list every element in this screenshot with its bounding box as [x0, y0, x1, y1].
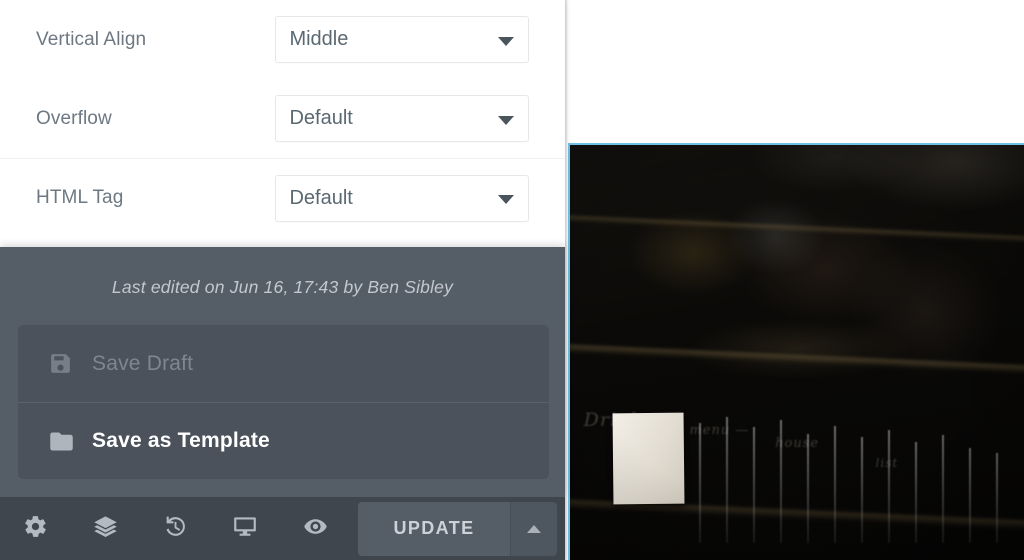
control-label: HTML Tag: [36, 187, 124, 208]
select-value: Middle: [289, 28, 349, 50]
widget-photo: Drinks — menu — house list: [570, 145, 1024, 560]
gear-icon: [23, 514, 48, 544]
elementor-panel: Vertical Align Middle Overflow Default H…: [0, 0, 565, 560]
control-label: Vertical Align: [36, 28, 147, 50]
control-row-vertical-align: Vertical Align Middle: [0, 0, 565, 79]
html-tag-select[interactable]: Default: [275, 174, 529, 222]
update-label: UPDATE: [393, 518, 475, 538]
vertical-align-select[interactable]: Middle: [275, 16, 529, 63]
eye-icon: [302, 513, 329, 545]
folder-icon: [48, 428, 92, 455]
save-as-template-button[interactable]: Save as Template: [18, 402, 549, 479]
settings-button[interactable]: [0, 497, 70, 560]
select-value: Default: [289, 107, 353, 129]
navigator-button[interactable]: [70, 497, 140, 560]
responsive-mode-button[interactable]: [210, 497, 280, 560]
save-options-group: Save Draft Save as Template: [18, 325, 549, 479]
chevron-up-icon: [527, 524, 541, 533]
style-controls-list: Vertical Align Middle Overflow Default H…: [0, 0, 565, 237]
photo-vignette: [570, 145, 1024, 560]
last-edited-text: Last edited on Jun 16, 17:43 by Ben Sibl…: [111, 277, 454, 297]
control-label: Overflow: [36, 107, 112, 129]
preview-canvas[interactable]: Drinks — menu — house list: [565, 0, 1024, 560]
overflow-select[interactable]: Default: [275, 95, 529, 142]
floppy-disk-icon: [48, 351, 92, 376]
chevron-down-icon: [498, 195, 514, 204]
control-row-overflow: Overflow Default: [0, 79, 565, 158]
update-button[interactable]: UPDATE: [358, 501, 510, 556]
save-options-dropdown: Last edited on Jun 16, 17:43 by Ben Sibl…: [0, 247, 565, 497]
select-value: Default: [289, 186, 353, 209]
save-draft-label: Save Draft: [92, 351, 194, 375]
preview-button[interactable]: [280, 497, 350, 560]
panel-footer-toolbar: UPDATE: [0, 497, 565, 560]
monitor-icon: [232, 513, 258, 544]
chevron-down-icon: [498, 115, 514, 125]
save-as-template-label: Save as Template: [92, 429, 270, 452]
selected-image-widget[interactable]: Drinks — menu — house list: [568, 143, 1024, 560]
layers-icon: [92, 513, 119, 545]
chevron-down-icon: [498, 36, 514, 46]
save-options-toggle-button[interactable]: [510, 501, 557, 556]
save-draft-button[interactable]: Save Draft: [18, 325, 549, 402]
history-icon: [163, 514, 188, 544]
history-button[interactable]: [140, 497, 210, 560]
control-row-html-tag: HTML Tag Default: [0, 158, 565, 237]
elementor-editor-screen: Drinks — menu — house list: [0, 0, 1024, 560]
